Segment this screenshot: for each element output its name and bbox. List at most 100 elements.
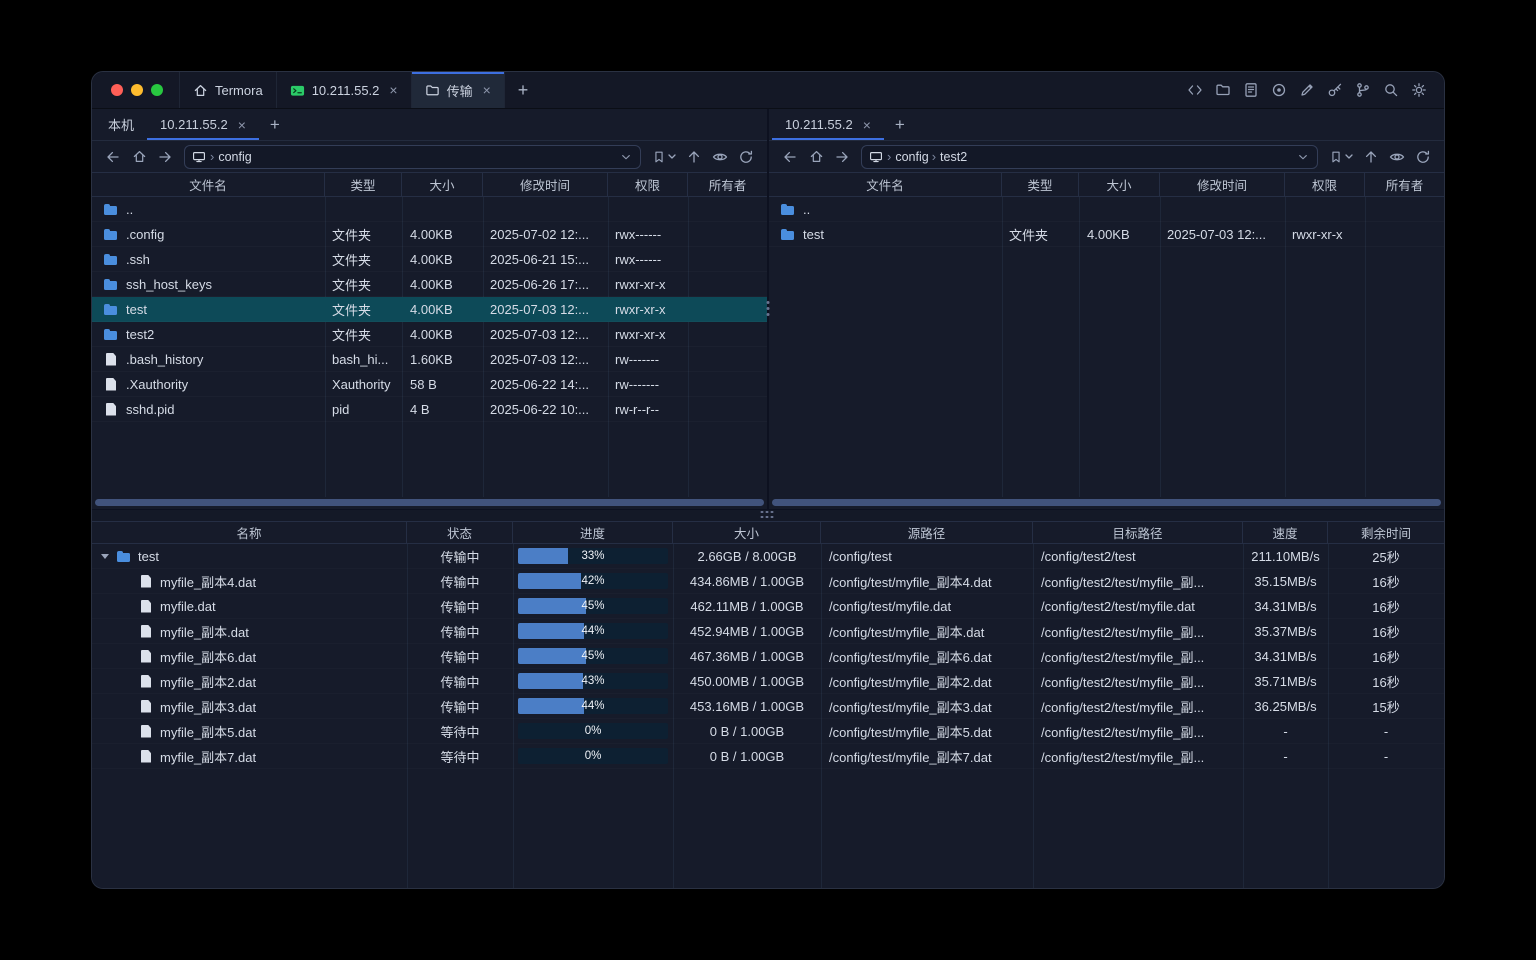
column-header-type[interactable]: 类型 — [325, 173, 402, 196]
minimize-window-button[interactable] — [131, 84, 143, 96]
transfer-row[interactable]: myfile_副本7.dat 等待中 0% 0 B / 1.00GB /conf… — [92, 744, 1444, 769]
close-icon[interactable]: × — [863, 118, 871, 132]
show-hidden-button[interactable] — [1385, 145, 1409, 169]
file-row[interactable]: .bash_history bash_hi... 1.60KB 2025-07-… — [92, 347, 767, 372]
transfer-row[interactable]: myfile_副本3.dat 传输中 44% 453.16MB / 1.00GB… — [92, 694, 1444, 719]
breadcrumb-segment[interactable]: › test2 — [932, 149, 967, 164]
column-header-progress[interactable]: 进度 — [513, 522, 673, 543]
file-row[interactable]: .Xauthority Xauthority 58 B 2025-06-22 1… — [92, 372, 767, 397]
file-row[interactable]: test 文件夹 4.00KB 2025-07-03 12:... rwxr-x… — [92, 297, 767, 322]
file-row[interactable]: test2 文件夹 4.00KB 2025-07-03 12:... rwxr-… — [92, 322, 767, 347]
column-header-status[interactable]: 状态 — [407, 522, 513, 543]
file-row[interactable]: .. — [769, 197, 1444, 222]
zoom-window-button[interactable] — [151, 84, 163, 96]
tab-session[interactable]: 10.211.55.2 × — [147, 109, 259, 140]
forward-button[interactable] — [830, 145, 854, 169]
column-header-destination[interactable]: 目标路径 — [1033, 522, 1243, 543]
column-header-perm[interactable]: 权限 — [1285, 173, 1365, 196]
tab-session[interactable]: 10.211.55.2 × — [772, 109, 884, 140]
add-session-tab-button[interactable]: + — [259, 109, 291, 140]
column-header-speed[interactable]: 速度 — [1243, 522, 1328, 543]
key-icon[interactable] — [1327, 82, 1343, 98]
up-directory-button[interactable] — [682, 145, 706, 169]
breadcrumb-segment[interactable]: › config — [210, 149, 252, 164]
file-row[interactable]: .. — [92, 197, 767, 222]
edit-icon[interactable] — [1299, 82, 1315, 98]
chevron-down-icon[interactable] — [100, 554, 110, 559]
file-name: .ssh — [126, 252, 150, 267]
horizontal-scrollbar[interactable] — [772, 499, 1441, 506]
transfer-row[interactable]: myfile_副本5.dat 等待中 0% 0 B / 1.00GB /conf… — [92, 719, 1444, 744]
column-header-mtime[interactable]: 修改时间 — [483, 173, 608, 196]
tab-local[interactable]: 本机 — [95, 109, 147, 140]
transfer-row[interactable]: myfile_副本6.dat 传输中 45% 467.36MB / 1.00GB… — [92, 644, 1444, 669]
transfer-row[interactable]: myfile_副本4.dat 传输中 42% 434.86MB / 1.00GB… — [92, 569, 1444, 594]
column-header-size[interactable]: 大小 — [673, 522, 821, 543]
close-window-button[interactable] — [111, 84, 123, 96]
file-row[interactable]: test 文件夹 4.00KB 2025-07-03 12:... rwxr-x… — [769, 222, 1444, 247]
splitter-grip[interactable] — [761, 511, 776, 521]
close-icon[interactable]: × — [238, 118, 246, 132]
chevron-down-icon[interactable] — [1296, 150, 1310, 164]
folder-icon[interactable] — [1215, 82, 1231, 98]
file-type: 文件夹 — [1002, 225, 1079, 244]
transfer-row[interactable]: test 传输中 33% 2.66GB / 8.00GB /config/tes… — [92, 544, 1444, 569]
log-icon[interactable] — [1243, 82, 1259, 98]
column-header-type[interactable]: 类型 — [1002, 173, 1079, 196]
path-bar[interactable]: › config › test2 — [861, 145, 1318, 169]
file-row[interactable]: sshd.pid pid 4 B 2025-06-22 10:... rw-r-… — [92, 397, 767, 422]
column-header-mtime[interactable]: 修改时间 — [1160, 173, 1285, 196]
refresh-button[interactable] — [1411, 145, 1435, 169]
column-header-source[interactable]: 源路径 — [821, 522, 1033, 543]
close-icon[interactable]: × — [483, 83, 491, 97]
titlebar: Termora 10.211.55.2 × 传输 × + — [92, 72, 1444, 109]
back-button[interactable] — [101, 145, 125, 169]
branch-icon[interactable] — [1355, 82, 1371, 98]
refresh-button[interactable] — [734, 145, 758, 169]
home-button[interactable] — [804, 145, 828, 169]
transfer-row[interactable]: myfile.dat 传输中 45% 462.11MB / 1.00GB /co… — [92, 594, 1444, 619]
file-row[interactable]: .ssh 文件夹 4.00KB 2025-06-21 15:... rwx---… — [92, 247, 767, 272]
code-icon[interactable] — [1187, 82, 1203, 98]
column-header-name[interactable]: 名称 — [92, 522, 407, 543]
transfer-row[interactable]: myfile_副本2.dat 传输中 43% 450.00MB / 1.00GB… — [92, 669, 1444, 694]
column-header-owner[interactable]: 所有者 — [688, 173, 767, 196]
column-header-remaining[interactable]: 剩余时间 — [1328, 522, 1444, 543]
file-mtime: 2025-06-21 15:... — [483, 252, 608, 267]
new-tab-button[interactable]: + — [505, 72, 542, 108]
file-row[interactable]: .config 文件夹 4.00KB 2025-07-02 12:... rwx… — [92, 222, 767, 247]
chevron-down-icon[interactable] — [619, 150, 633, 164]
column-header-size[interactable]: 大小 — [402, 173, 483, 196]
back-button[interactable] — [778, 145, 802, 169]
column-header-size[interactable]: 大小 — [1079, 173, 1160, 196]
tab-session-10-211-55-2[interactable]: 10.211.55.2 × — [277, 72, 412, 108]
titlebar-toolbar — [1187, 72, 1444, 108]
add-session-tab-button[interactable]: + — [884, 109, 916, 140]
breadcrumb-segment[interactable]: › config — [887, 149, 929, 164]
search-icon[interactable] — [1383, 82, 1399, 98]
show-hidden-button[interactable] — [708, 145, 732, 169]
file-name: .. — [803, 202, 810, 217]
column-header-name[interactable]: 文件名 — [769, 173, 1002, 196]
transfer-item-name: myfile_副本3.dat — [160, 697, 256, 716]
file-row[interactable]: ssh_host_keys 文件夹 4.00KB 2025-06-26 17:.… — [92, 272, 767, 297]
close-icon[interactable]: × — [389, 83, 397, 97]
horizontal-scrollbar[interactable] — [95, 499, 764, 506]
transfer-row[interactable]: myfile_副本.dat 传输中 44% 452.94MB / 1.00GB … — [92, 619, 1444, 644]
tab-transfer[interactable]: 传输 × — [412, 72, 505, 108]
up-directory-button[interactable] — [1359, 145, 1383, 169]
transfer-size: 452.94MB / 1.00GB — [673, 624, 821, 639]
tab-termora[interactable]: Termora — [179, 72, 277, 108]
transfer-splitter[interactable] — [92, 509, 1444, 521]
bookmark-button[interactable] — [1325, 150, 1357, 164]
record-icon[interactable] — [1271, 82, 1287, 98]
file-icon — [138, 749, 154, 764]
column-header-owner[interactable]: 所有者 — [1365, 173, 1444, 196]
bookmark-button[interactable] — [648, 150, 680, 164]
forward-button[interactable] — [153, 145, 177, 169]
column-header-name[interactable]: 文件名 — [92, 173, 325, 196]
path-bar[interactable]: › config — [184, 145, 641, 169]
column-header-perm[interactable]: 权限 — [608, 173, 688, 196]
settings-icon[interactable] — [1411, 82, 1427, 98]
home-button[interactable] — [127, 145, 151, 169]
